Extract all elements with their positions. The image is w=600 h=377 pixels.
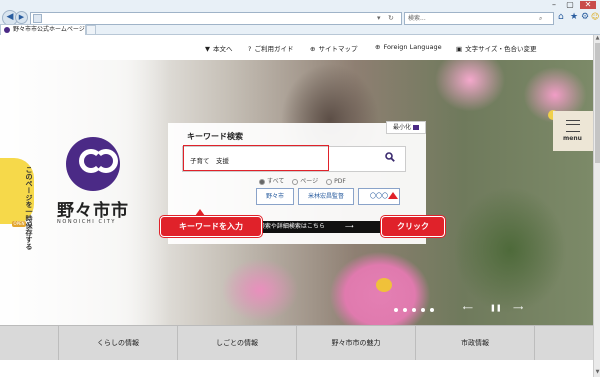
favorites-star-icon[interactable]: ★ [570,12,578,22]
site-favicon-icon [4,26,10,33]
page-icon [33,14,42,23]
browser-search-input[interactable]: 検索... ⌕ [404,12,554,25]
text-size-icon: ▣ [456,45,463,53]
emblem-mark-right [94,149,118,173]
hero-slideshow: 野々市市 NONOICHI CITY このページを一時保存する OPEN キーワ… [0,60,593,325]
nav-item-living[interactable]: くらしの情報 [59,326,178,360]
search-scope-options: すべて ページ PDF [253,176,346,185]
forward-button[interactable]: ▶ [15,11,28,24]
minimize-search-button[interactable]: 最小化 [386,121,426,134]
save-page-label: このページを一時保存する [25,166,33,250]
browser-tab[interactable]: 野々市市公式ホームページ ✕ [0,24,86,43]
sitemap-link[interactable]: ⊕ サイトマップ [310,43,357,53]
home-icon[interactable]: ⌂ [558,12,564,22]
skip-to-content-link[interactable]: ▼ 本文へ [205,43,233,53]
slide-next-icon[interactable]: ⟶ [513,304,523,312]
settings-gear-icon[interactable]: ⚙ [581,12,589,22]
search-icon: ⌕ [539,15,543,22]
radio-pdf[interactable] [326,178,333,185]
radio-page[interactable] [292,178,299,185]
minimize-window-button[interactable]: – [547,1,561,9]
user-guide-link[interactable]: ? ご利用ガイド [248,43,293,53]
close-window-button[interactable]: ✕ [580,1,596,9]
scroll-down-icon[interactable]: ▼ [595,369,600,375]
foreign-language-link[interactable]: ⊕ Foreign Language [375,43,442,51]
globe-icon: ⊕ [375,43,381,51]
down-arrow-icon: ▼ [205,45,210,53]
flower-center-decoration [376,278,392,292]
menu-label: menu [563,135,582,142]
smiley-icon[interactable]: ☺ [591,12,599,21]
sitemap-icon: ⊕ [310,45,316,53]
new-tab-button[interactable] [86,25,96,35]
quick-keyword-button[interactable]: 野々市 [256,188,294,205]
minimize-icon [412,125,419,130]
slide-dot[interactable] [412,308,416,312]
back-arrow-icon: ◀ [6,12,14,22]
arrow-right-icon: ⟶ [344,223,354,230]
text-size-color-link[interactable]: ▣ 文字サイズ・色合い変更 [456,43,536,53]
vertical-scrollbar[interactable]: ▲ ▼ [593,35,600,377]
browser-chrome: – ▢ ✕ ◀ ▶ ↻ ▾ 検索... ⌕ ⌂ ★ ⚙ ☺ 野々市市公式ホームペ… [0,0,600,43]
slide-dot[interactable] [421,308,425,312]
nav-item-work[interactable]: しごとの情報 [178,326,297,360]
hamburger-icon [566,120,580,132]
slide-dot[interactable] [403,308,407,312]
input-highlight-annotation [183,145,329,171]
city-name-logo[interactable]: 野々市市 [57,196,129,221]
search-icon[interactable] [385,152,395,162]
radio-all[interactable] [259,178,265,185]
click-callout: クリック [381,216,445,237]
callout-pointer [388,192,398,199]
forward-arrow-icon: ▶ [18,13,25,21]
question-icon: ? [248,45,252,53]
quick-keyword-button[interactable]: 米林宏昌監督 [298,188,354,205]
scroll-up-icon[interactable]: ▲ [595,35,600,41]
main-navigation: くらしの情報 しごとの情報 野々市市の魅力 市政情報 [0,325,593,377]
scrollbar-thumb[interactable] [595,43,600,163]
nav-item-attractions[interactable]: 野々市市の魅力 [297,326,416,360]
nav-item-city-government[interactable]: 市政情報 [416,326,535,360]
refresh-icon[interactable]: ↻ [388,14,394,22]
tab-title: 野々市市公式ホームページ [13,26,85,33]
slide-dot[interactable] [394,308,398,312]
slide-dot[interactable] [430,308,434,312]
web-page: ▼ 本文へ ? ご利用ガイド ⊕ サイトマップ ⊕ Foreign Language ▣… [0,35,593,377]
nav-spacer [0,326,59,360]
utility-nav: ▼ 本文へ ? ご利用ガイド ⊕ サイトマップ ⊕ Foreign Language ▣… [0,35,593,60]
save-open-button[interactable]: OPEN [12,221,26,227]
slide-pause-icon[interactable]: ❚❚ [490,304,502,312]
maximize-window-button[interactable]: ▢ [563,1,577,9]
slide-prev-icon[interactable]: ⟵ [463,304,473,312]
browser-search-placeholder: 検索... [408,15,426,22]
dropdown-icon[interactable]: ▾ [377,14,381,22]
city-name-english: NONOICHI CITY [57,219,117,225]
callout-pointer [195,209,205,216]
hamburger-icon-middle [566,124,580,125]
page-content-start [0,360,593,377]
keyword-search-title: キーワード検索 [187,132,243,141]
enter-keyword-callout: キーワードを入力 [160,216,262,237]
